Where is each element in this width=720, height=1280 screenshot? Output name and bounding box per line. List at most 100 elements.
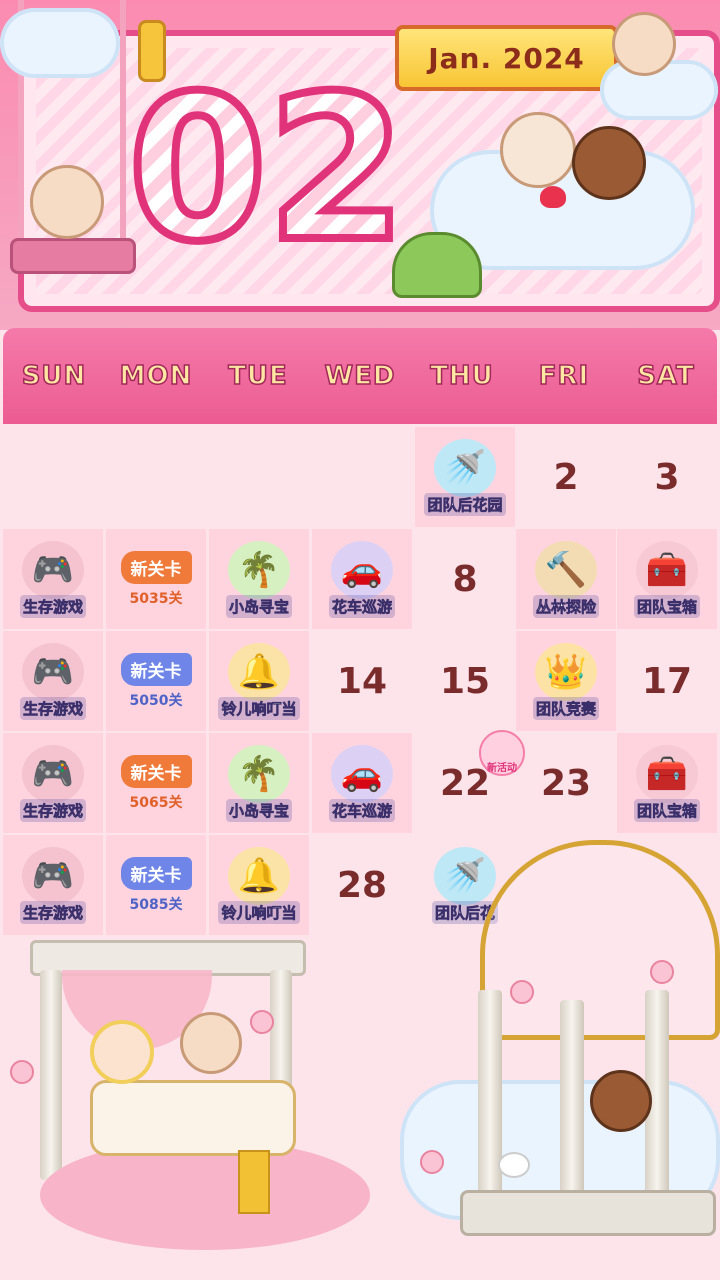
level-number: 5085关 [129,896,183,913]
chaise-lounge-icon [90,1080,296,1156]
cloud-top-left [0,8,120,78]
squid-game-icon: 🎮 [22,846,84,905]
event-label: 铃儿响叮当 [218,900,300,924]
swing-bear-icon [30,165,104,239]
palm-tree-icon: 🌴 [228,744,290,803]
gazebo-base [460,1190,716,1236]
day-number: 8 [452,558,478,600]
weekday-thu: THU [429,360,494,392]
event-label: 花车巡游 [328,798,395,822]
level-number: 5035关 [129,590,183,607]
new-level-ribbon: 新关卡 [120,856,192,890]
rose-icon [250,1010,274,1034]
level-number: 5050关 [129,692,183,709]
day-cell-event[interactable]: 🔔 铃儿响叮当 [209,835,309,935]
flower-car-icon: 🚗 [331,744,393,803]
gift-box-icon [238,1150,270,1214]
watering-can-icon: 🚿 [434,438,496,497]
day-cell-event[interactable]: 🚗 花车巡游 [312,529,412,629]
day-cell-event[interactable]: 🌴 小岛寻宝 [209,733,309,833]
new-level-ribbon: 新关卡 [120,550,192,584]
flower-car-icon: 🚗 [331,540,393,599]
event-label: 花车巡游 [328,594,395,618]
flower-basket-icon [392,232,482,298]
day-cell[interactable]: 8 [415,529,515,629]
day-cell-level[interactable]: 新关卡 5085关 [106,835,206,935]
day-cell-level[interactable]: 新关卡 5035关 [106,529,206,629]
watering-can-icon: 🚿 [434,846,496,905]
rug-icon [40,1140,370,1250]
day-cell-event[interactable]: 🔨 丛林探险 [516,529,616,629]
event-label: 小岛寻宝 [225,594,292,618]
day-cell-event[interactable]: 🌴 小岛寻宝 [209,529,309,629]
day-cell-event[interactable]: 🎮 生存游戏 [3,529,103,629]
event-label: 团队竞赛 [532,696,599,720]
day-number: 3 [654,456,680,498]
gazebo-pillar-mid [560,1000,584,1210]
dove-icon [498,1152,530,1178]
level-number: 5065关 [129,794,183,811]
white-bear-icon [500,112,576,188]
rose-icon [10,1060,34,1084]
day-number: 15 [439,660,491,702]
month-year-badge: Jan. 2024 [395,25,618,91]
weekday-sat: SAT [636,360,695,392]
new-activity-badge: 新活动 [479,730,525,776]
new-activity-label: 新活动 [487,763,517,774]
treasure-chest-icon: 🧰 [636,540,698,599]
day-cell-event[interactable]: 🔔 铃儿响叮当 [209,631,309,731]
day-number: 17 [641,660,693,702]
day-number: 14 [336,660,388,702]
event-label: 团队后花园 [424,492,506,516]
day-cell-event[interactable]: 👑 团队竞赛 [516,631,616,731]
day-cell-level[interactable]: 新关卡 5065关 [106,733,206,833]
day-cell-event[interactable]: 🎮 生存游戏 [3,631,103,731]
day-cell[interactable]: 15 [415,631,515,731]
swing-seat [10,238,136,274]
weekday-sun: SUN [21,360,87,392]
event-label: 小岛寻宝 [225,798,292,822]
brown-bear-icon [572,126,646,200]
day-cell-event[interactable]: 🎮 生存游戏 [3,835,103,935]
pillar-left [40,970,62,1180]
day-number: 2 [553,456,579,498]
day-cell[interactable]: 17 [617,631,717,731]
squid-game-icon: 🎮 [22,744,84,803]
day-cell[interactable]: 28 [312,835,412,935]
treasure-chest-icon: 🧰 [636,744,698,803]
day-cell-event[interactable]: 🚗 花车巡游 [312,733,412,833]
event-label: 生存游戏 [19,798,86,822]
swing-rope-right [120,0,126,250]
day-cell-event[interactable]: 🚿 团队后花园 [415,427,515,527]
weekday-tue: TUE [227,360,288,392]
event-label: 铃儿响叮当 [218,696,300,720]
weekday-header: SUN MON TUE WED THU FRI SAT [3,328,717,424]
sleeping-bear-icon [590,1070,652,1132]
event-label: 丛林探险 [532,594,599,618]
day-cell-event[interactable]: 🎮 生存游戏 [3,733,103,833]
crown-icon: 👑 [535,642,597,701]
day-cell-level[interactable]: 新关卡 5050关 [106,631,206,731]
day-cell-event[interactable]: 🧰 团队宝箱 [617,529,717,629]
weekday-mon: MON [119,360,193,392]
day-cell[interactable]: 14 [312,631,412,731]
event-label: 生存游戏 [19,594,86,618]
rose-icon [420,1150,444,1174]
heart-icon [540,186,566,208]
rose-icon [650,960,674,984]
bell-icon: 🔔 [228,846,290,905]
palm-tree-icon: 🌴 [228,540,290,599]
day-number: 28 [336,864,388,906]
rose-icon [510,980,534,1004]
cupid-bear-icon [612,12,676,76]
flying-bear-icon [180,1012,242,1074]
day-number: 22 [439,762,491,804]
new-level-ribbon: 新关卡 [120,754,192,788]
day-cell-event[interactable]: 🧰 团队宝箱 [617,733,717,833]
weekday-wed: WED [324,360,396,392]
event-label: 生存游戏 [19,696,86,720]
day-cell[interactable]: 23 [516,733,616,833]
hammer-icon: 🔨 [535,540,597,599]
day-cell[interactable]: 3 [617,427,717,527]
day-cell[interactable]: 2 [516,427,616,527]
